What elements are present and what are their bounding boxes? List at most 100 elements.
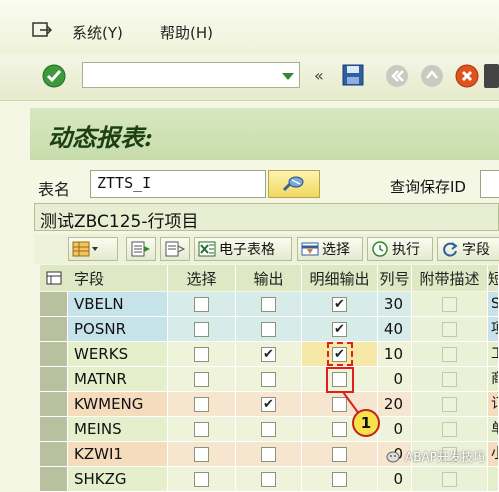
highlight-box-dashed xyxy=(327,342,353,366)
select-checkbox[interactable] xyxy=(194,371,209,387)
select-checkbox[interactable] xyxy=(194,421,209,437)
attach-desc-checkbox xyxy=(442,346,457,362)
select-checkbox[interactable] xyxy=(194,346,209,362)
command-field[interactable] xyxy=(82,62,300,88)
row-selector[interactable] xyxy=(40,392,68,417)
menu-help[interactable]: 帮助(H) xyxy=(160,22,213,43)
output-checkbox[interactable] xyxy=(261,446,276,462)
short-text-cell: 商 xyxy=(488,367,499,392)
output-cell xyxy=(236,292,302,317)
wechat-icon xyxy=(386,451,400,462)
col-header-output[interactable]: 输出 xyxy=(236,265,302,291)
short-text-cell: 单 xyxy=(488,417,499,442)
select-label: 选择 xyxy=(322,242,350,258)
select-checkbox[interactable] xyxy=(194,321,209,337)
select-cell xyxy=(168,442,236,467)
row-selector[interactable] xyxy=(40,417,68,442)
cancel-icon[interactable] xyxy=(455,64,479,88)
table-row: MATNR 0 商 xyxy=(0,367,499,392)
select-checkbox[interactable] xyxy=(194,446,209,462)
short-text-cell: 工 xyxy=(488,342,499,367)
select-all-button[interactable] xyxy=(126,237,156,261)
page-title: 动态报表: xyxy=(48,123,153,152)
column-number-cell[interactable]: 0 xyxy=(378,367,412,392)
save-icon[interactable] xyxy=(341,63,365,87)
output-checkbox[interactable] xyxy=(261,321,276,337)
select-cell xyxy=(168,292,236,317)
col-header-short[interactable]: 短 xyxy=(488,265,499,291)
output-cell: ✔ xyxy=(236,342,302,367)
short-text-cell: S xyxy=(488,292,499,317)
row-selector[interactable] xyxy=(40,367,68,392)
select-cell xyxy=(168,317,236,342)
detail-output-checkbox[interactable]: ✔ xyxy=(332,321,347,337)
callout-number: 1 xyxy=(360,414,372,432)
row-selector[interactable] xyxy=(40,317,68,342)
execute-button[interactable]: 执行 xyxy=(367,237,433,261)
spreadsheet-button[interactable]: 电子表格 xyxy=(194,237,292,261)
attach-desc-checkbox xyxy=(442,471,457,487)
enter-check-icon[interactable] xyxy=(42,64,66,88)
detail-output-checkbox[interactable] xyxy=(332,471,347,487)
output-checkbox[interactable] xyxy=(261,421,276,437)
table-name-input[interactable]: ZTTS_I xyxy=(90,170,266,198)
column-number-cell[interactable]: 30 xyxy=(378,292,412,317)
select-button[interactable]: 选择 xyxy=(297,237,363,261)
chevron-down-icon[interactable] xyxy=(282,73,294,80)
attach-desc-cell xyxy=(412,342,488,367)
value-help-button[interactable] xyxy=(268,170,320,198)
field-name-cell: POSNR xyxy=(68,317,168,342)
field-button[interactable]: 字段 xyxy=(437,237,499,261)
detail-output-checkbox[interactable]: ✔ xyxy=(332,296,347,312)
col-header-attach-desc[interactable]: 附带描述 xyxy=(412,265,488,291)
deselect-all-icon xyxy=(165,241,186,257)
column-number-cell[interactable]: 20 xyxy=(378,392,412,417)
short-text-cell: 小 xyxy=(488,442,499,467)
watermark: ABAP开发技巧 xyxy=(386,448,485,465)
exit-icon xyxy=(420,64,444,88)
menu-exit-icon[interactable] xyxy=(32,22,53,38)
select-checkbox[interactable] xyxy=(194,396,209,412)
deselect-all-button[interactable] xyxy=(160,237,190,261)
row-selector[interactable] xyxy=(40,442,68,467)
select-checkbox[interactable] xyxy=(194,296,209,312)
row-selector[interactable] xyxy=(40,342,68,367)
layout-button[interactable] xyxy=(68,237,118,261)
attach-desc-checkbox xyxy=(442,321,457,337)
col-header-field[interactable]: 字段 xyxy=(68,265,168,291)
column-number-cell[interactable]: 0 xyxy=(378,417,412,442)
search-help-icon xyxy=(282,176,304,192)
collapse-left-icon[interactable]: « xyxy=(314,66,324,85)
print-icon[interactable] xyxy=(484,64,499,88)
col-header-column-no[interactable]: 列号 xyxy=(378,265,412,291)
field-name-cell: MATNR xyxy=(68,367,168,392)
query-save-id-field[interactable] xyxy=(480,170,499,198)
query-save-id-label: 查询保存ID xyxy=(390,178,466,196)
output-checkbox[interactable] xyxy=(261,296,276,312)
output-checkbox[interactable] xyxy=(261,371,276,387)
field-name-cell: MEINS xyxy=(68,417,168,442)
attach-desc-cell xyxy=(412,292,488,317)
attach-desc-cell xyxy=(412,317,488,342)
select-cell xyxy=(168,392,236,417)
column-number-cell[interactable]: 40 xyxy=(378,317,412,342)
detail-output-checkbox[interactable] xyxy=(332,446,347,462)
attach-desc-checkbox xyxy=(442,396,457,412)
field-label: 字段 xyxy=(462,242,490,258)
output-cell xyxy=(236,417,302,442)
row-selector[interactable] xyxy=(40,292,68,317)
output-checkbox[interactable]: ✔ xyxy=(261,396,276,412)
detail-output-cell: ✔ xyxy=(302,317,378,342)
col-header-select[interactable]: 选择 xyxy=(168,265,236,291)
output-checkbox[interactable]: ✔ xyxy=(261,346,276,362)
filter-table-icon xyxy=(301,242,319,256)
select-cell xyxy=(168,417,236,442)
column-number-cell[interactable]: 10 xyxy=(378,342,412,367)
table-settings-icon[interactable] xyxy=(40,265,68,291)
menu-system[interactable]: 系统(Y) xyxy=(72,22,123,43)
execute-clock-icon xyxy=(372,241,388,257)
select-checkbox[interactable] xyxy=(194,471,209,487)
output-checkbox[interactable] xyxy=(261,471,276,487)
output-cell xyxy=(236,442,302,467)
col-header-detail-output[interactable]: 明细输出 xyxy=(302,265,378,291)
